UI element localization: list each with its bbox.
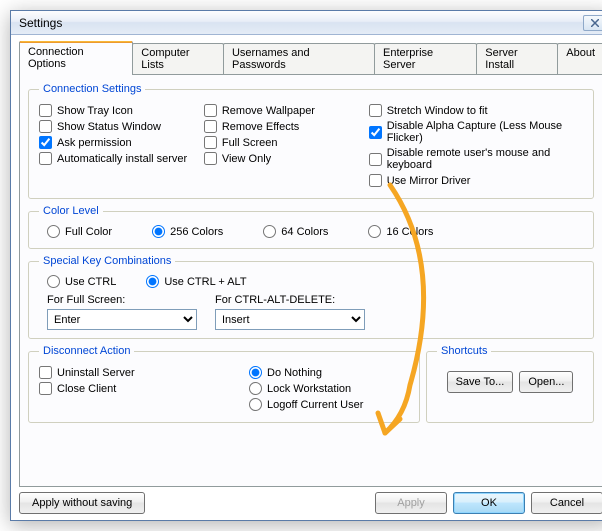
ctrl-alt-del-key-label: For CTRL-ALT-DELETE: [215,294,365,306]
lock-workstation-radio[interactable]: Lock Workstation [249,382,409,395]
view-only-checkbox[interactable]: View Only [204,152,369,165]
use-mirror-driver-checkbox[interactable]: Use Mirror Driver [369,174,583,187]
window-content: Connection Options Computer Lists Userna… [11,35,602,522]
remove-wallpaper-checkbox[interactable]: Remove Wallpaper [204,104,369,117]
tab-panel: Connection Settings Show Tray Icon Show … [19,75,602,487]
save-to-button[interactable]: Save To... [447,371,514,393]
256-colors-radio[interactable]: 256 Colors [152,225,223,238]
disconnect-action-group: Disconnect Action Uninstall Server Close… [28,345,420,423]
fullscreen-key-select[interactable]: Enter [47,309,197,330]
remove-effects-checkbox[interactable]: Remove Effects [204,120,369,133]
open-button[interactable]: Open... [519,371,573,393]
logoff-user-radio[interactable]: Logoff Current User [249,398,409,411]
tab-usernames-passwords[interactable]: Usernames and Passwords [223,43,375,74]
do-nothing-radio[interactable]: Do Nothing [249,366,409,379]
titlebar: Settings [11,11,602,35]
tab-server-install[interactable]: Server Install [476,43,558,74]
special-keys-legend: Special Key Combinations [39,255,175,267]
shortcuts-group: Shortcuts Save To... Open... [426,345,594,423]
color-level-legend: Color Level [39,205,103,217]
auto-install-server-checkbox[interactable]: Automatically install server [39,152,204,165]
color-level-group: Color Level Full Color 256 Colors 64 Col… [28,205,594,249]
use-ctrl-radio[interactable]: Use CTRL [47,275,116,288]
special-keys-group: Special Key Combinations Use CTRL Use CT… [28,255,594,339]
tab-computer-lists[interactable]: Computer Lists [132,43,224,74]
settings-window: Settings Connection Options Computer Lis… [10,10,602,521]
16-colors-radio[interactable]: 16 Colors [368,225,433,238]
connection-settings-group: Connection Settings Show Tray Icon Show … [28,83,594,199]
tab-strip: Connection Options Computer Lists Userna… [19,43,602,75]
disconnect-action-legend: Disconnect Action [39,345,134,357]
window-title: Settings [19,16,583,30]
full-screen-checkbox[interactable]: Full Screen [204,136,369,149]
tab-enterprise-server[interactable]: Enterprise Server [374,43,477,74]
connection-settings-legend: Connection Settings [39,83,145,95]
use-ctrl-alt-radio[interactable]: Use CTRL + ALT [146,275,246,288]
tab-about[interactable]: About [557,43,602,74]
shortcuts-legend: Shortcuts [437,345,491,357]
show-tray-icon-checkbox[interactable]: Show Tray Icon [39,104,204,117]
stretch-window-checkbox[interactable]: Stretch Window to fit [369,104,583,117]
uninstall-server-checkbox[interactable]: Uninstall Server [39,366,249,379]
tab-connection-options[interactable]: Connection Options [19,41,133,74]
disable-remote-input-checkbox[interactable]: Disable remote user's mouse and keyboard [369,147,583,171]
fullscreen-key-label: For Full Screen: [47,294,197,306]
ctrl-alt-del-key-select[interactable]: Insert [215,309,365,330]
show-status-window-checkbox[interactable]: Show Status Window [39,120,204,133]
64-colors-radio[interactable]: 64 Colors [263,225,328,238]
ask-permission-checkbox[interactable]: Ask permission [39,136,204,149]
close-icon [591,19,599,27]
full-color-radio[interactable]: Full Color [47,225,112,238]
close-client-checkbox[interactable]: Close Client [39,382,249,395]
disable-alpha-checkbox[interactable]: Disable Alpha Capture (Less Mouse Flicke… [369,120,583,144]
close-button[interactable] [583,15,602,31]
